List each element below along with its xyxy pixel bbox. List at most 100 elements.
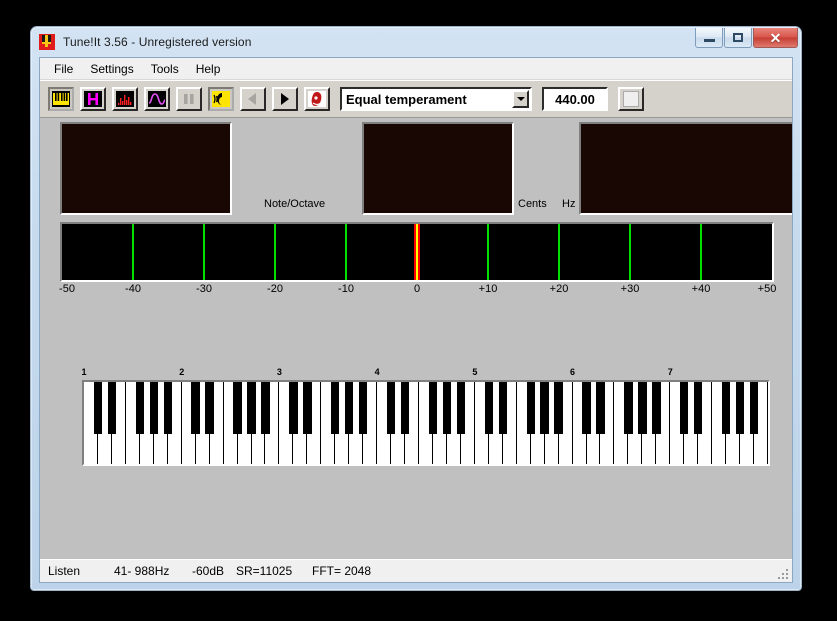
piano-black-key[interactable]	[721, 382, 731, 434]
piano-black-key[interactable]	[331, 382, 340, 434]
ear-listen-icon	[212, 91, 230, 107]
piano-black-key[interactable]	[205, 382, 214, 434]
piano-black-key[interactable]	[135, 382, 145, 434]
meter-gridline	[132, 224, 134, 280]
meter-tick-label: +40	[691, 283, 711, 295]
meter-gridline	[203, 224, 205, 280]
cents-scale: -50 -40 -30 -20 -10 0 +10 +20 +30 +40 +50	[59, 283, 777, 299]
close-button[interactable]: ✕	[753, 28, 798, 48]
harmonic-view-button[interactable]	[80, 87, 106, 111]
piano-keys[interactable]	[82, 380, 770, 466]
piano-black-key[interactable]	[624, 382, 633, 434]
octave-number: 5	[472, 367, 478, 377]
piano-black-key[interactable]	[386, 382, 396, 434]
maximize-button[interactable]	[724, 28, 752, 48]
piano-black-key[interactable]	[107, 382, 117, 434]
right-triangle-icon	[276, 91, 294, 107]
piano-black-key[interactable]	[498, 382, 507, 434]
status-fft: FFT= 2048	[312, 564, 372, 578]
keyboard-view-button[interactable]	[48, 87, 74, 111]
meter-gridline	[629, 224, 631, 280]
menu-item-file[interactable]: File	[46, 60, 82, 78]
piano-black-key[interactable]	[345, 382, 354, 434]
piano-black-key[interactable]	[735, 382, 745, 434]
tuning-fork-icon	[38, 33, 56, 51]
menu-item-tools[interactable]: Tools	[143, 60, 188, 78]
meter-tick-label: -50	[59, 283, 75, 295]
status-mode: Listen	[48, 564, 81, 578]
left-triangle-icon	[244, 91, 262, 107]
next-button[interactable]	[272, 87, 298, 111]
reference-frequency-input[interactable]: 440.00	[542, 87, 608, 111]
octave-number: 7	[667, 367, 673, 377]
octave-number: 1	[81, 367, 87, 377]
piano-black-key[interactable]	[554, 382, 563, 434]
octave-number: 6	[570, 367, 576, 377]
sine-wave-icon	[148, 91, 166, 107]
temperament-dropdown[interactable]: Equal temperament	[340, 87, 532, 111]
cents-display	[362, 122, 514, 215]
piano-black-key[interactable]	[442, 382, 452, 434]
cents-needle	[414, 224, 420, 280]
waveform-view-button[interactable]	[144, 87, 170, 111]
piano-black-key[interactable]	[289, 382, 298, 434]
restore-icon	[733, 33, 743, 42]
octave-number-row: 1 2 3 4 5 6 7	[81, 367, 770, 380]
piano-black-key[interactable]	[303, 382, 312, 434]
piano-black-key[interactable]	[261, 382, 270, 434]
meter-tick-label: +50	[757, 283, 777, 295]
status-range: 41- 988Hz	[114, 564, 170, 578]
status-sample-rate: SR=11025	[236, 564, 293, 578]
piano-black-key[interactable]	[163, 382, 172, 434]
close-icon: ✕	[769, 29, 782, 46]
piano-black-key[interactable]	[652, 382, 661, 434]
minimize-button[interactable]	[695, 28, 723, 48]
piano-black-key[interactable]	[694, 382, 703, 434]
about-button[interactable]	[304, 87, 330, 111]
blank-swatch-icon	[623, 91, 639, 107]
previous-button[interactable]	[240, 87, 266, 111]
piano-black-key[interactable]	[582, 382, 591, 434]
toolbar: Equal temperament 440.00	[40, 80, 792, 118]
piano-black-key[interactable]	[247, 382, 256, 434]
menu-bar: File Settings Tools Help	[40, 58, 792, 80]
piano-black-key[interactable]	[638, 382, 647, 434]
menu-item-help[interactable]: Help	[188, 60, 230, 78]
title-bar: Tune!It 3.56 - Unregistered version ✕	[31, 27, 801, 57]
piano-black-key[interactable]	[596, 382, 605, 434]
cents-label: Cents	[518, 198, 547, 210]
piano-black-key[interactable]	[93, 382, 103, 434]
listen-button[interactable]	[208, 87, 234, 111]
cents-meter: -50 -40 -30 -20 -10 0 +10 +20 +30 +40 +50	[59, 222, 776, 295]
piano-black-key[interactable]	[149, 382, 158, 434]
meter-tick-label: -10	[338, 283, 354, 295]
resize-grip-icon[interactable]	[776, 567, 790, 581]
temperament-selected-value: Equal temperament	[346, 91, 467, 107]
status-db: -60dB	[192, 564, 225, 578]
piano-black-key[interactable]	[233, 382, 242, 434]
piano-black-key[interactable]	[400, 382, 410, 434]
window-controls: ✕	[694, 28, 798, 48]
note-octave-display	[60, 122, 232, 215]
menu-item-settings[interactable]: Settings	[82, 60, 142, 78]
meter-tick-label: +30	[620, 283, 640, 295]
meter-tick-label: -20	[267, 283, 283, 295]
spectrum-view-button[interactable]	[112, 87, 138, 111]
chevron-down-icon[interactable]	[512, 90, 529, 108]
piano-black-key[interactable]	[680, 382, 689, 434]
client-area: File Settings Tools Help Equal temperame…	[39, 57, 793, 583]
note-octave-label: Note/Octave	[264, 198, 326, 210]
piano-black-key[interactable]	[358, 382, 368, 434]
piano-black-key[interactable]	[540, 382, 549, 434]
color-swatch-button[interactable]	[618, 87, 644, 111]
pause-button[interactable]	[176, 87, 202, 111]
piano-black-key[interactable]	[484, 382, 493, 434]
piano-black-key[interactable]	[456, 382, 466, 434]
piano-black-key[interactable]	[191, 382, 200, 434]
cents-meter-track[interactable]	[60, 222, 774, 282]
piano-black-key[interactable]	[428, 382, 438, 434]
meter-tick-label: +10	[478, 283, 498, 295]
piano-black-key[interactable]	[526, 382, 535, 434]
display-panels: Note/Octave Cents Hz	[60, 122, 792, 215]
piano-black-key[interactable]	[749, 382, 759, 434]
